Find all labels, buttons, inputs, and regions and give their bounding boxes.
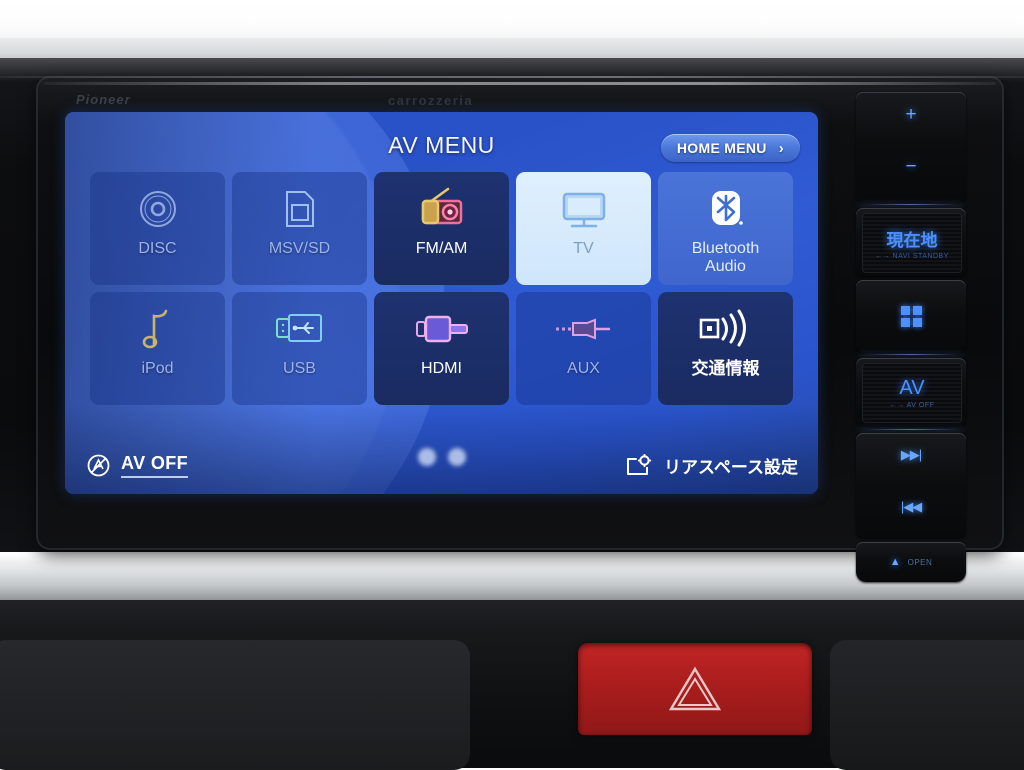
- tile-label: 交通情報: [691, 359, 760, 378]
- button-divider-glow: [860, 204, 962, 205]
- tile-label: AUX: [567, 360, 600, 377]
- volume-down-icon[interactable]: −: [856, 156, 966, 178]
- dashboard-right-panel: [830, 640, 1024, 770]
- tile-usb[interactable]: USB: [232, 292, 367, 405]
- hardware-button-column: + − 現在地 ←→ NAVI STANDBY AV ←→ AV OFF ▶▶|: [856, 92, 966, 582]
- current-location-display: 現在地 ←→ NAVI STANDBY: [862, 213, 962, 273]
- tile-label: DISC: [138, 240, 177, 257]
- current-location-button[interactable]: 現在地 ←→ NAVI STANDBY: [856, 208, 966, 276]
- tile-aux[interactable]: AUX: [516, 292, 651, 405]
- source-tile-row-2: iPod USB HDMI AUX 交通情報: [90, 292, 793, 405]
- navi-standby-label: ←→ NAVI STANDBY: [875, 253, 949, 260]
- hdmi-icon: [412, 298, 472, 360]
- sdcard-icon: [279, 178, 321, 240]
- tile-label: HDMI: [421, 360, 462, 377]
- av-off-sublabel: ←→ AV OFF: [889, 402, 935, 409]
- tile-label: TV: [573, 240, 594, 257]
- menu-grid-button[interactable]: [856, 280, 966, 352]
- button-divider-glow: [860, 354, 962, 355]
- page-dot[interactable]: [447, 448, 466, 466]
- source-tile-row-1: DISC MSV/SD FM/AM TV Bluetooth Audio: [90, 172, 793, 285]
- volume-rocker-button[interactable]: + −: [856, 92, 966, 202]
- disc-icon: [135, 178, 181, 240]
- dashboard-upper-surface: [0, 0, 1024, 42]
- radio-icon: [414, 178, 470, 240]
- eject-open-button[interactable]: ▲ OPEN: [856, 542, 966, 582]
- page-dot[interactable]: [417, 448, 436, 466]
- tile-traffic-info[interactable]: 交通情報: [658, 292, 793, 405]
- av-off-icon: [87, 454, 110, 477]
- track-next-icon[interactable]: ▶▶|: [856, 447, 966, 463]
- track-skip-buttons[interactable]: ▶▶| |◀◀: [856, 433, 966, 538]
- av-menu-screen[interactable]: AV MENU HOME MENU › DISC MSV/SD FM/AM TV…: [65, 112, 818, 494]
- hazard-warning-icon: [668, 666, 722, 711]
- screenshot-root: Pioneer carrozzeria AV MENU HOME MENU ›: [0, 0, 1024, 770]
- source-tile-grid: DISC MSV/SD FM/AM TV Bluetooth Audio iPo…: [90, 172, 793, 412]
- tile-bluetooth-audio[interactable]: Bluetooth Audio: [658, 172, 793, 285]
- home-menu-button[interactable]: HOME MENU ›: [660, 134, 800, 162]
- tile-hdmi[interactable]: HDMI: [374, 292, 509, 405]
- chevron-right-icon: ›: [778, 139, 784, 157]
- volume-up-icon[interactable]: +: [856, 104, 966, 126]
- av-label: AV: [899, 377, 925, 399]
- bluetooth-icon: [704, 178, 748, 240]
- track-prev-icon[interactable]: |◀◀: [856, 499, 966, 515]
- tile-label: FM/AM: [415, 240, 468, 257]
- av-off-button[interactable]: AV OFF: [87, 453, 189, 478]
- av-button[interactable]: AV ←→ AV OFF: [856, 358, 966, 426]
- tv-icon: [556, 178, 612, 240]
- tile-label: USB: [283, 360, 316, 377]
- av-off-label: AV OFF: [121, 453, 189, 478]
- button-divider-glow: [860, 429, 962, 430]
- tile-fm-am[interactable]: FM/AM: [374, 172, 509, 285]
- tile-label: Bluetooth Audio: [691, 240, 760, 275]
- tile-tv[interactable]: TV: [516, 172, 651, 285]
- brand-logo-carrozzeria: carrozzeria: [388, 93, 474, 108]
- rear-space-label: リアスペース設定: [664, 458, 798, 477]
- av-display: AV ←→ AV OFF: [862, 363, 962, 423]
- open-label: OPEN: [907, 557, 933, 567]
- tile-msv-sd[interactable]: MSV/SD: [232, 172, 367, 285]
- home-menu-label: HOME MENU: [676, 140, 767, 156]
- tile-disc[interactable]: DISC: [90, 172, 225, 285]
- dashboard-left-panel: [0, 640, 470, 770]
- brand-logo-pioneer: Pioneer: [76, 92, 131, 107]
- usb-icon: [271, 298, 329, 360]
- eject-icon: ▲: [889, 556, 901, 568]
- tile-label: MSV/SD: [268, 240, 331, 257]
- rear-space-gear-icon: [627, 453, 652, 475]
- rear-space-settings-button[interactable]: リアスペース設定: [625, 453, 798, 478]
- current-location-label: 現在地: [886, 231, 938, 250]
- tile-ipod[interactable]: iPod: [90, 292, 225, 405]
- aux-plug-icon: [552, 298, 616, 360]
- traffic-signal-icon: [695, 298, 757, 360]
- hazard-warning-button[interactable]: [578, 643, 812, 735]
- menu-grid-icon: [900, 305, 922, 327]
- tile-label: iPod: [141, 360, 174, 377]
- music-note-icon: [138, 298, 178, 360]
- head-unit-top-highlight: [44, 82, 996, 85]
